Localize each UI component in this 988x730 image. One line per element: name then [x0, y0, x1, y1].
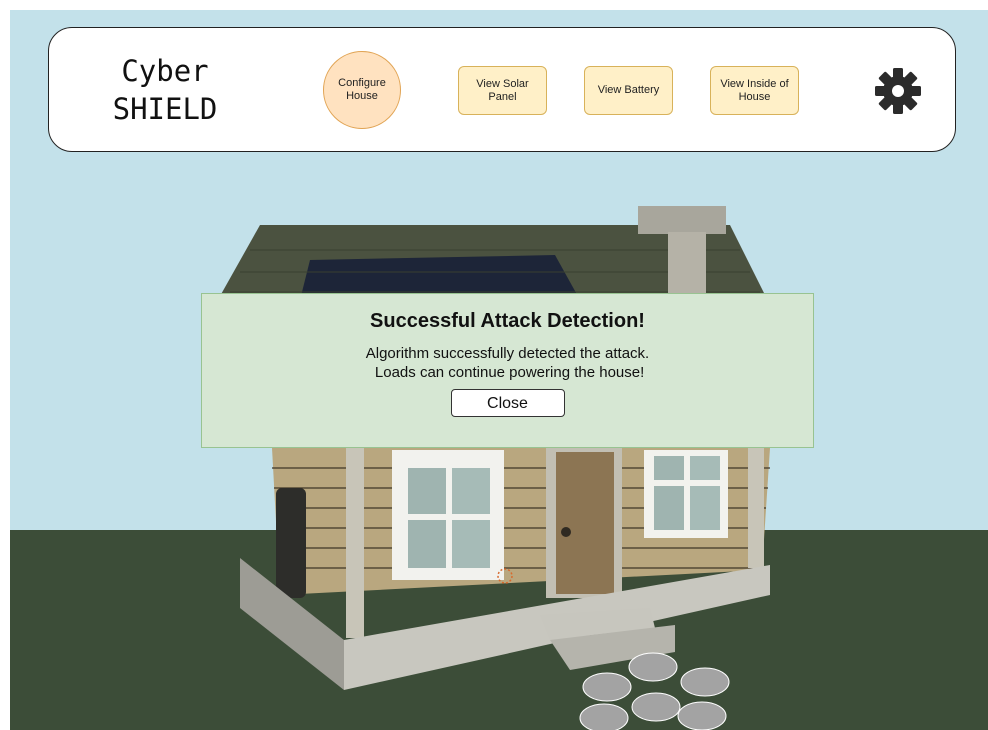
gear-icon[interactable] [873, 66, 923, 116]
view-battery-button[interactable]: View Battery [584, 66, 673, 115]
view-solar-panel-button[interactable]: View Solar Panel [458, 66, 547, 115]
logo-line-shield: SHIELD [112, 92, 218, 126]
dialog-message-line-2: Loads can continue powering the house! [370, 364, 645, 381]
dialog-message-line-1: Algorithm successfully detected the atta… [365, 345, 650, 362]
close-button[interactable]: Close [450, 389, 565, 417]
view-inside-house-button[interactable]: View Inside of House [710, 66, 799, 115]
dialog-title: Successful Attack Detection! [370, 310, 645, 332]
attack-detection-dialog: Successful Attack Detection! Algorithm s… [201, 293, 814, 448]
app-logo: Cyber SHIELD [100, 52, 230, 128]
dialog-message: Algorithm successfully detected the atta… [202, 344, 813, 382]
configure-house-button[interactable]: Configure House [323, 51, 401, 129]
logo-line-cyber: Cyber [121, 54, 209, 88]
